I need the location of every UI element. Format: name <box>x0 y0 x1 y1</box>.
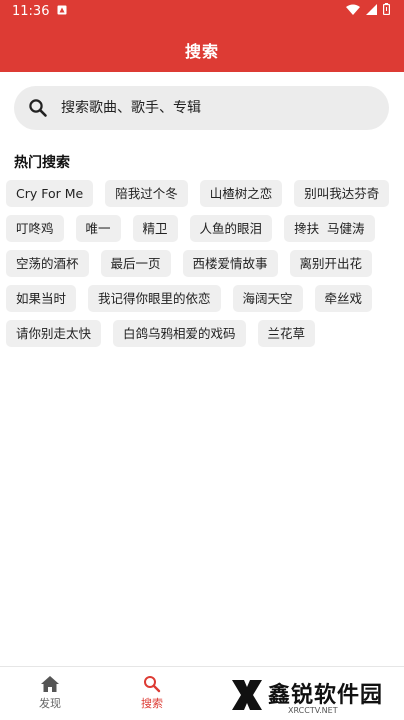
hot-tag[interactable]: 白鸽乌鸦相爱的戏码 <box>113 320 246 347</box>
hot-tag[interactable]: 我记得你眼里的依恋 <box>88 285 221 312</box>
hot-tag[interactable]: 兰花草 <box>257 320 316 347</box>
hot-tag[interactable]: 山楂树之恋 <box>199 180 283 207</box>
hot-tag[interactable]: 人鱼的眼泪 <box>189 215 273 242</box>
hot-tag[interactable]: 空荡的酒杯 <box>6 250 89 277</box>
signal-icon <box>366 3 377 19</box>
hot-tag[interactable]: 如果当时 <box>6 285 77 312</box>
page-title: 搜索 <box>184 42 219 61</box>
hot-tag[interactable]: 西楼爱情故事 <box>182 250 278 277</box>
hot-tag[interactable]: 唯一 <box>75 215 121 242</box>
notification-icon <box>57 4 67 19</box>
nav-discover-label: 发现 <box>39 697 61 710</box>
hot-tag[interactable]: 最后一页 <box>100 250 171 277</box>
wifi-icon <box>346 4 360 19</box>
hot-tag[interactable]: 叮咚鸡 <box>6 215 64 242</box>
hot-search-tags: Cry For Me 陪我过个冬 山楂树之恋 别叫我达芬奇 叮咚鸡 唯一 精卫 … <box>6 180 400 347</box>
nav-discover[interactable]: 发现 <box>20 675 80 711</box>
battery-icon <box>383 3 391 19</box>
hot-tag[interactable]: 别叫我达芬奇 <box>294 180 390 207</box>
search-icon <box>144 676 161 693</box>
hot-tag[interactable]: 请你别走太快 <box>6 320 102 347</box>
hot-tag[interactable]: Cry For Me <box>6 180 94 207</box>
hot-tag[interactable]: 海阔天空 <box>232 285 303 312</box>
nav-search[interactable]: 搜索 <box>122 675 182 711</box>
hot-tag[interactable]: 牵丝戏 <box>314 285 373 312</box>
status-bar: 11:36 <box>0 0 404 22</box>
watermark-site: XRCCTV.NET <box>288 706 338 715</box>
nav-search-label: 搜索 <box>141 697 163 710</box>
app-bar: 11:36 搜索 <box>0 0 404 72</box>
watermark-name: 鑫锐软件园 <box>268 683 384 708</box>
home-icon <box>41 676 59 692</box>
status-time: 11:36 <box>12 3 50 19</box>
watermark-logo-icon <box>232 680 262 710</box>
search-input[interactable] <box>61 100 361 116</box>
hot-tag[interactable]: 离别开出花 <box>289 250 373 277</box>
hot-tag[interactable]: 陪我过个冬 <box>105 180 188 207</box>
hot-search-title: 热门搜索 <box>14 155 70 171</box>
hot-tag[interactable]: 精卫 <box>132 215 178 242</box>
search-icon[interactable] <box>28 98 48 118</box>
watermark: 鑫锐软件园 XRCCTV.NET <box>226 674 404 720</box>
hot-tag[interactable]: 搀扶 马健涛 <box>284 215 375 242</box>
search-bar[interactable] <box>14 86 389 130</box>
